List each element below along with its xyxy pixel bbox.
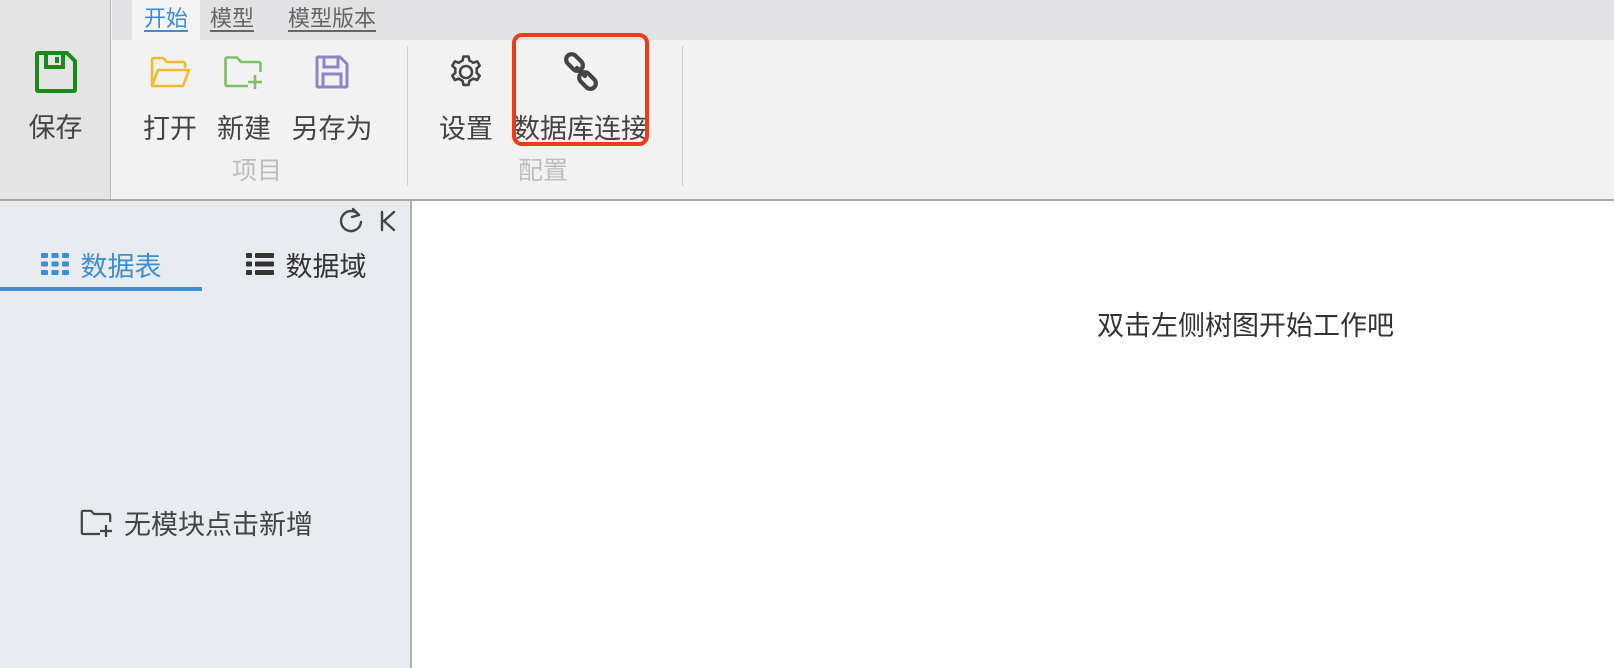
save-button[interactable]: 保存 bbox=[0, 48, 111, 148]
tab-data-domains-label: 数据域 bbox=[285, 251, 367, 283]
ribbon-tab-bar: 开始 模型 模型版本 bbox=[112, 0, 1614, 40]
folder-open-icon bbox=[149, 49, 191, 95]
save-as-button[interactable]: 另存为 bbox=[291, 49, 373, 146]
group-divider bbox=[407, 46, 408, 186]
save-column: 保存 bbox=[0, 0, 111, 199]
active-tab-indicator bbox=[0, 287, 202, 291]
tab-data-domains[interactable]: 数据域 bbox=[202, 235, 410, 293]
group-label-project: 项目 bbox=[232, 156, 283, 185]
new-button[interactable]: 新建 bbox=[214, 49, 274, 146]
list-icon bbox=[245, 253, 274, 275]
tab-start[interactable]: 开始 bbox=[132, 0, 201, 40]
empty-state-text: 无模块点击新增 bbox=[124, 510, 313, 541]
save-button-label: 保存 bbox=[28, 113, 83, 144]
grid-icon bbox=[40, 253, 69, 275]
open-button[interactable]: 打开 bbox=[140, 49, 200, 146]
tab-data-tables-label: 数据表 bbox=[80, 251, 162, 283]
gear-icon bbox=[447, 49, 485, 95]
floppy-disk-icon bbox=[32, 48, 80, 100]
tab-data-tables[interactable]: 数据表 bbox=[0, 235, 202, 293]
ribbon-toolbar: 保存 开始 模型 模型版本 打开 新建 另存为 项目 设置 数据库连接 配置 bbox=[0, 0, 1614, 201]
settings-button-label: 设置 bbox=[439, 114, 493, 145]
save-as-button-label: 另存为 bbox=[291, 114, 373, 145]
folder-plus-icon bbox=[80, 508, 114, 538]
folder-plus-icon bbox=[223, 49, 265, 95]
empty-workspace-hint: 双击左侧树图开始工作吧 bbox=[1097, 311, 1394, 342]
new-button-label: 新建 bbox=[217, 114, 271, 145]
group-label-config: 配置 bbox=[518, 156, 569, 185]
main-workspace: 双击左侧树图开始工作吧 bbox=[414, 201, 1614, 668]
highlight-box bbox=[512, 33, 649, 146]
add-module-link[interactable]: 无模块点击新增 bbox=[80, 503, 313, 542]
floppy-disk-icon bbox=[314, 49, 350, 95]
open-button-label: 打开 bbox=[143, 114, 197, 145]
tab-model-version[interactable]: 模型版本 bbox=[288, 0, 376, 40]
group-divider bbox=[682, 46, 683, 186]
settings-button[interactable]: 设置 bbox=[436, 49, 496, 146]
tab-model[interactable]: 模型 bbox=[210, 0, 254, 40]
sidebar: 数据表 数据域 无模块点击新增 bbox=[0, 201, 412, 668]
